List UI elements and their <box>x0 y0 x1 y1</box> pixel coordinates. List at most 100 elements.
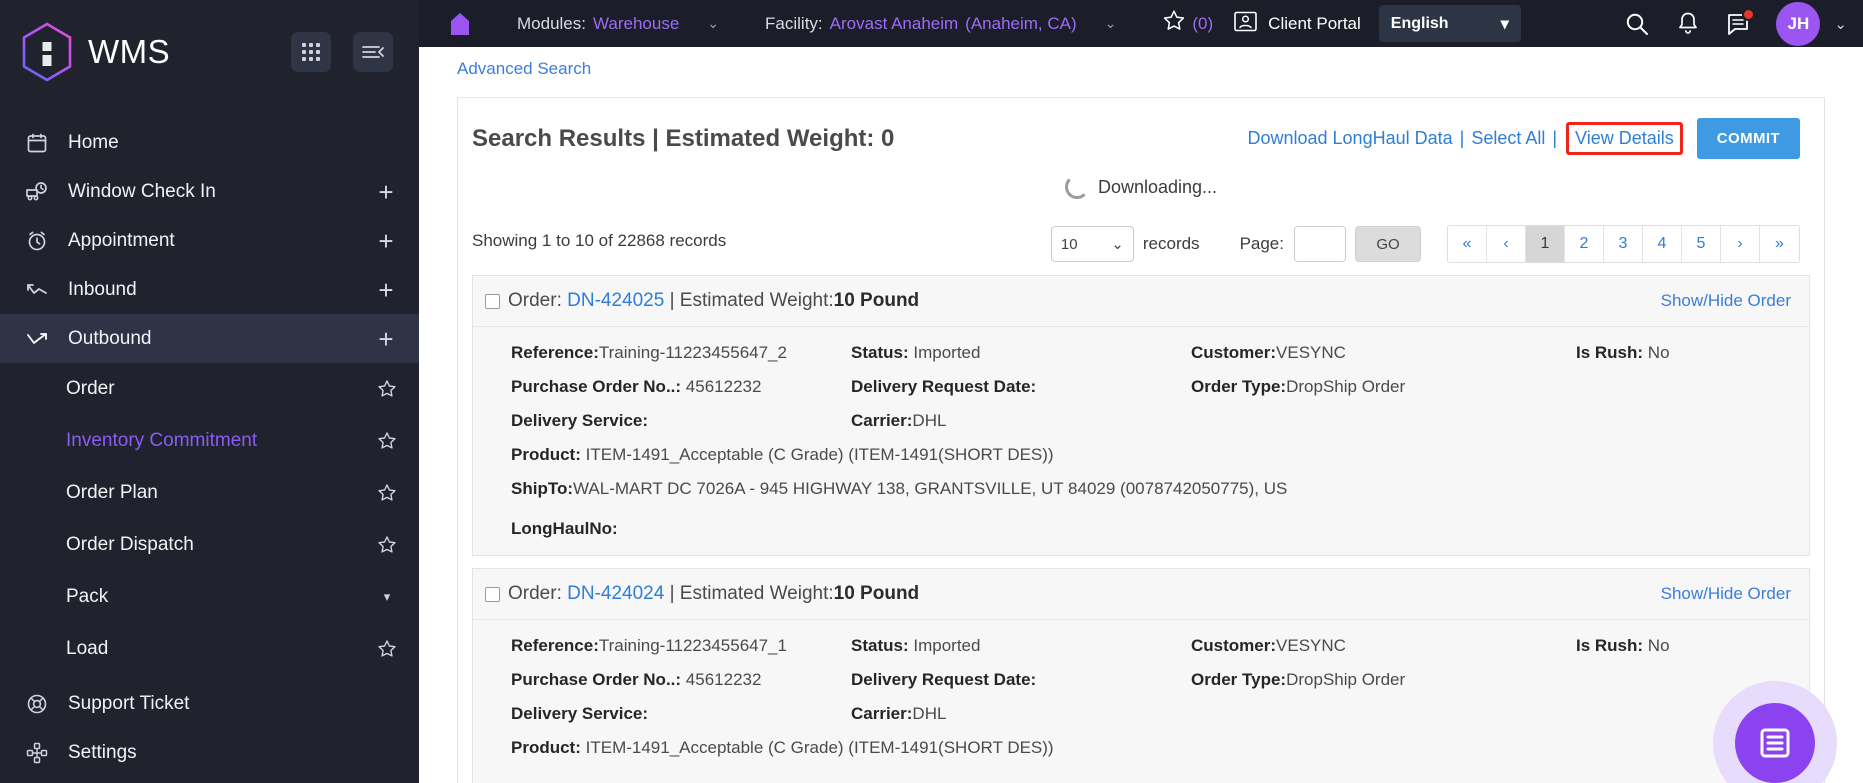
customer-value: VESYNC <box>1276 636 1346 655</box>
sidebar-item-window-check-in[interactable]: Window Check In + <box>0 167 419 216</box>
client-portal-link[interactable]: Client Portal <box>1268 14 1361 34</box>
alarm-clock-icon <box>24 230 50 252</box>
message-icon[interactable] <box>1726 7 1756 36</box>
favorite-star-icon[interactable] <box>377 431 397 451</box>
download-longhaul-data-link[interactable]: Download LongHaul Data <box>1247 128 1452 149</box>
sidebar-item-pack[interactable]: Pack ▾ <box>0 571 419 623</box>
bell-icon[interactable] <box>1676 11 1700 37</box>
chevron-down-icon[interactable]: ⌄ <box>1834 15 1847 33</box>
search-icon[interactable] <box>1624 11 1650 37</box>
add-appointment-icon[interactable]: + <box>375 228 397 254</box>
chevron-down-icon[interactable]: ⌄ <box>707 15 719 32</box>
sidebar-item-order-dispatch[interactable]: Order Dispatch <box>0 519 419 571</box>
order-checkbox[interactable] <box>485 293 500 309</box>
collapse-sidebar-icon[interactable] <box>353 32 393 72</box>
favorite-star-icon[interactable] <box>377 535 397 555</box>
chevron-down-icon[interactable]: ⌄ <box>1105 15 1117 32</box>
records-per-page-select[interactable]: 10 ⌄ <box>1050 226 1134 262</box>
order-checkbox[interactable] <box>485 586 500 602</box>
facility-selector[interactable]: Facility: Arovast Anaheim (Anaheim, CA) … <box>765 14 1116 34</box>
star-icon[interactable] <box>1162 9 1186 38</box>
order-type-label: Order Type: <box>1191 670 1287 689</box>
sidebar: WMS Home Window Check In + Appointment +… <box>0 0 419 783</box>
view-details-link[interactable]: View Details <box>1575 128 1674 148</box>
product-value: ITEM-1491_Acceptable (C Grade) (ITEM-149… <box>585 738 1054 757</box>
order-card: Order: DN-424025 | Estimated Weight:10 P… <box>472 275 1810 556</box>
search-results-panel: Search Results | Estimated Weight: 0 Dow… <box>457 97 1825 783</box>
add-inbound-icon[interactable]: + <box>375 277 397 303</box>
page-button-5[interactable]: 5 <box>1682 226 1721 262</box>
language-selector[interactable]: English ▾ <box>1378 5 1521 42</box>
favorite-star-icon[interactable] <box>377 483 397 503</box>
last-page-button[interactable]: » <box>1760 226 1799 262</box>
commit-button[interactable]: COMMIT <box>1696 118 1800 159</box>
delivery-service-field: Delivery Service: <box>511 704 851 724</box>
favorites-indicator[interactable]: (0) <box>1162 9 1213 38</box>
page-button-3[interactable]: 3 <box>1604 226 1643 262</box>
sidebar-item-appointment[interactable]: Appointment + <box>0 216 419 265</box>
modules-value: Warehouse <box>592 13 680 33</box>
first-page-button[interactable]: « <box>1448 226 1487 262</box>
records-row: Showing 1 to 10 of 22868 records 10 ⌄ re… <box>458 203 1824 263</box>
sidebar-item-order[interactable]: Order <box>0 363 419 415</box>
chat-document-icon[interactable] <box>1735 703 1815 783</box>
sidebar-item-order-plan[interactable]: Order Plan <box>0 467 419 519</box>
show-hide-order-link[interactable]: Show/Hide Order <box>1661 291 1791 311</box>
home-icon[interactable] <box>443 11 477 37</box>
order-number-link[interactable]: DN-424025 <box>567 290 664 311</box>
show-hide-order-link[interactable]: Show/Hide Order <box>1661 584 1791 604</box>
select-all-link[interactable]: Select All <box>1471 128 1545 149</box>
advanced-search-link[interactable]: Advanced Search <box>419 47 591 79</box>
delivery-request-date-field: Delivery Request Date: <box>851 377 1191 397</box>
download-status: Downloading... <box>458 173 1824 203</box>
sidebar-item-settings[interactable]: Settings <box>0 728 419 777</box>
sidebar-item-inventory-commitment[interactable]: Inventory Commitment <box>0 415 419 467</box>
weight-value: 10 Pound <box>833 290 920 311</box>
sidebar-item-home[interactable]: Home <box>0 118 419 167</box>
modules-selector[interactable]: Modules: Warehouse ⌄ <box>517 14 719 34</box>
id-card-icon[interactable] <box>1233 10 1258 38</box>
records-per-page-value: 10 <box>1060 235 1078 253</box>
sidebar-subitem-label: Inventory Commitment <box>66 430 258 451</box>
weight-label: | Estimated Weight: <box>669 583 834 604</box>
sidebar-item-inbound[interactable]: Inbound + <box>0 265 419 314</box>
favorite-star-icon[interactable] <box>377 379 397 399</box>
page-input[interactable] <box>1294 226 1346 262</box>
add-window-check-in-icon[interactable]: + <box>375 179 397 205</box>
order-body: Reference:Training-11223455647_1 Status:… <box>473 620 1809 783</box>
sidebar-item-load[interactable]: Load <box>0 623 419 675</box>
modules-label: Modules: <box>517 13 586 33</box>
reference-label: Reference: <box>511 343 599 362</box>
settings-nodes-icon <box>24 742 50 764</box>
add-outbound-icon[interactable]: + <box>375 326 397 352</box>
notification-badge <box>1742 7 1756 21</box>
sidebar-subitem-label: Order <box>66 378 115 399</box>
next-page-button[interactable]: › <box>1721 226 1760 262</box>
order-number-link[interactable]: DN-424024 <box>567 583 664 604</box>
sidebar-item-outbound[interactable]: Outbound + <box>0 314 419 363</box>
page-button-1[interactable]: 1 <box>1526 226 1565 262</box>
grid-apps-icon[interactable] <box>291 32 331 72</box>
sidebar-item-label: Window Check In <box>68 180 216 202</box>
purchase-order-label: Purchase Order No..: <box>511 670 682 689</box>
favorites-count: (0) <box>1192 13 1214 33</box>
carrier-field: Carrier:DHL <box>851 411 1191 431</box>
favorite-star-icon[interactable] <box>377 639 397 659</box>
chat-widget[interactable] <box>1713 681 1837 783</box>
purchase-order-field: Purchase Order No..: 45612232 <box>511 377 851 397</box>
sidebar-subitem-label: Load <box>66 638 109 659</box>
prev-page-button[interactable]: ‹ <box>1487 226 1526 262</box>
sidebar-item-support-ticket[interactable]: Support Ticket <box>0 679 419 728</box>
go-button[interactable]: GO <box>1355 226 1421 262</box>
chevron-down-icon[interactable]: ▾ <box>377 589 397 605</box>
is-rush-label: Is Rush: <box>1576 343 1644 362</box>
order-field-row: Reference:Training-11223455647_1 Status:… <box>511 636 1791 656</box>
main-area: Modules: Warehouse ⌄ Facility: Arovast A… <box>419 0 1863 783</box>
purchase-order-value: 45612232 <box>685 377 762 396</box>
sidebar-subitem-label: Order Plan <box>66 482 158 503</box>
is-rush-field: Is Rush: No <box>1576 343 1791 363</box>
status-value: Imported <box>913 636 981 655</box>
avatar[interactable]: JH <box>1776 1 1821 46</box>
page-button-4[interactable]: 4 <box>1643 226 1682 262</box>
page-button-2[interactable]: 2 <box>1565 226 1604 262</box>
